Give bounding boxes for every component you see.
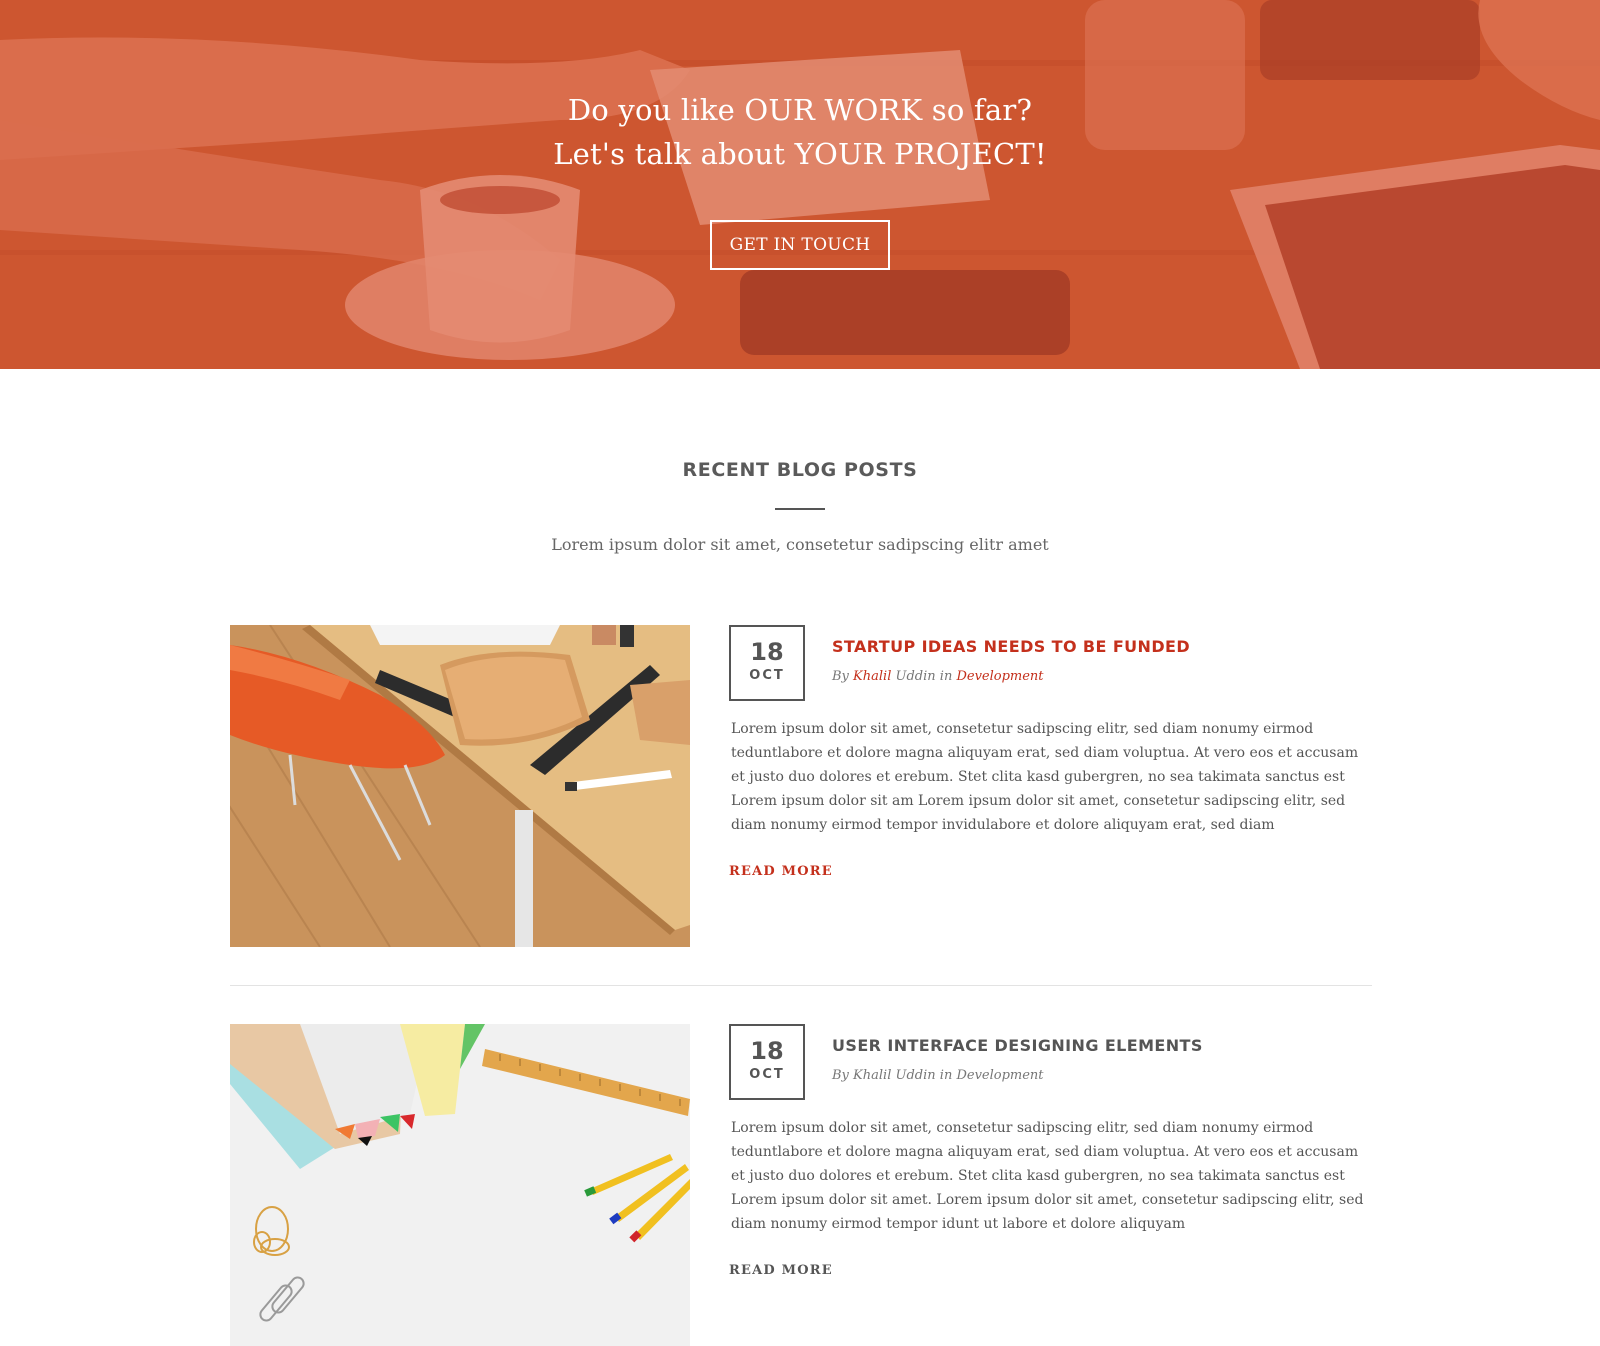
banner-heading-line-2: Let's talk about YOUR PROJECT! bbox=[553, 137, 1047, 171]
banner-color-overlay bbox=[0, 0, 1600, 369]
post-author-link[interactable]: Khalil bbox=[853, 1068, 891, 1083]
post-excerpt: Lorem ipsum dolor sit amet, consetetur s… bbox=[731, 721, 1359, 833]
post-author-last: Uddin bbox=[895, 1068, 936, 1083]
read-more-link[interactable]: READ MORE bbox=[729, 1263, 833, 1278]
post-date-month: OCT bbox=[749, 668, 785, 683]
section-title-underline bbox=[775, 508, 825, 510]
banner-heading-line-1: Do you like OUR WORK so far? bbox=[567, 93, 1033, 127]
banner-heading: Do you like OUR WORK so far? Let's talk … bbox=[0, 88, 1600, 176]
post-excerpt: Lorem ipsum dolor sit amet, consetetur s… bbox=[731, 1120, 1364, 1232]
post-divider bbox=[230, 985, 1372, 986]
post-category-link[interactable]: Development bbox=[956, 669, 1043, 684]
post-meta-by: By bbox=[832, 669, 849, 684]
cta-banner: Do you like OUR WORK so far? Let's talk … bbox=[0, 0, 1600, 369]
post-author-last: Uddin bbox=[895, 669, 936, 684]
post-meta: By Khalil Uddin in Development bbox=[832, 669, 1044, 684]
post-title[interactable]: USER INTERFACE DESIGNING ELEMENTS bbox=[832, 1036, 1203, 1055]
post-date-day: 18 bbox=[750, 638, 784, 666]
read-more-link[interactable]: READ MORE bbox=[729, 864, 833, 879]
post-date-badge: 18 OCT bbox=[729, 1024, 805, 1100]
post-date-month: OCT bbox=[749, 1067, 785, 1082]
post-date-day: 18 bbox=[750, 1037, 784, 1065]
post-meta-in: in bbox=[939, 669, 953, 684]
post-category-link[interactable]: Development bbox=[956, 1068, 1043, 1083]
post-author-link[interactable]: Khalil bbox=[853, 669, 891, 684]
post-date-badge: 18 OCT bbox=[729, 625, 805, 701]
post-thumbnail[interactable] bbox=[230, 625, 690, 947]
post-title[interactable]: STARTUP IDEAS NEEDS TO BE FUNDED bbox=[832, 637, 1190, 656]
post-meta: By Khalil Uddin in Development bbox=[832, 1068, 1044, 1083]
section-title: RECENT BLOG POSTS bbox=[682, 459, 918, 481]
post-meta-in: in bbox=[939, 1068, 953, 1083]
post-meta-by: By bbox=[832, 1068, 849, 1083]
post-thumbnail[interactable] bbox=[230, 1024, 690, 1346]
section-subtitle: Lorem ipsum dolor sit amet, consetetur s… bbox=[551, 535, 1049, 554]
get-in-touch-button[interactable]: GET IN TOUCH bbox=[710, 220, 890, 270]
